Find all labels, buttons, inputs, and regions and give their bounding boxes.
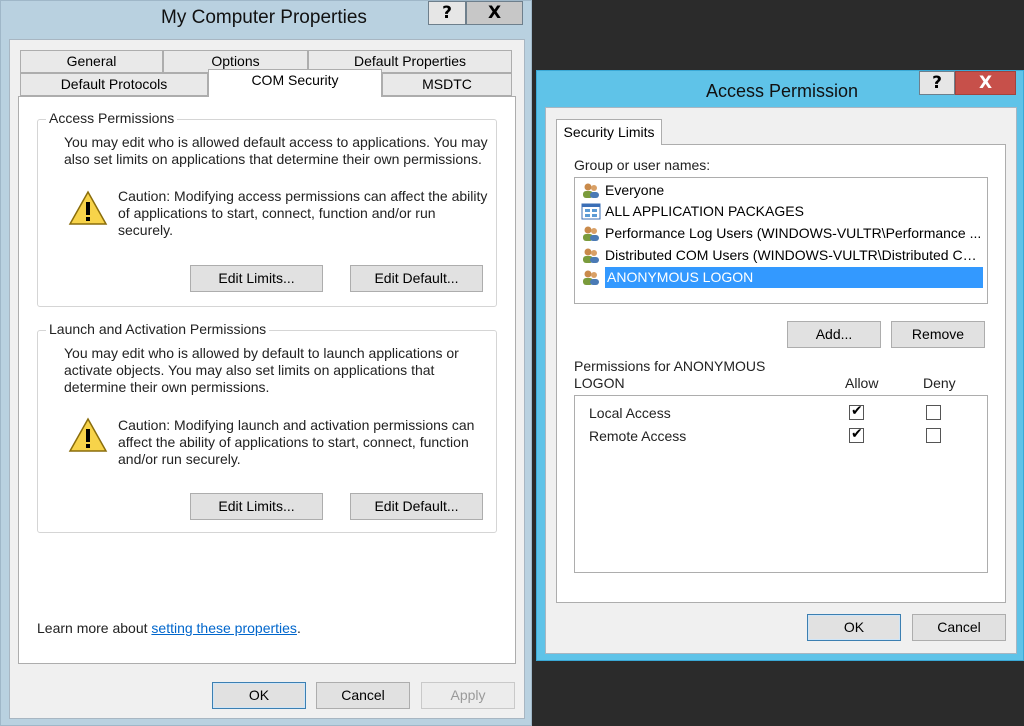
- tab-default-protocols[interactable]: Default Protocols: [20, 73, 208, 96]
- left-close-button[interactable]: X: [466, 1, 523, 25]
- list-item[interactable]: Everyone: [579, 180, 985, 201]
- tab-msdtc[interactable]: MSDTC: [382, 73, 512, 96]
- com-security-panel: Access Permissions You may edit who is a…: [18, 96, 516, 664]
- user-name: Distributed COM Users (WINDOWS-VULTR\Dis…: [605, 247, 983, 263]
- user-name: ANONYMOUS LOGON: [605, 267, 983, 288]
- right-window-title: Access Permission: [706, 81, 859, 101]
- permission-local-access-label: Local Access: [589, 405, 671, 421]
- right-help-button[interactable]: ?: [919, 71, 955, 95]
- left-apply-button[interactable]: Apply: [421, 682, 515, 709]
- list-item-selected[interactable]: ANONYMOUS LOGON: [579, 267, 985, 288]
- right-cancel-button[interactable]: Cancel: [912, 614, 1006, 641]
- add-button[interactable]: Add...: [787, 321, 881, 348]
- permissions-list: Local Access ✔ Remote Access ✔: [574, 395, 988, 573]
- group-user-list[interactable]: Everyone ALL APPLICATION PACKAGES Perfor…: [574, 177, 988, 304]
- group-user-names-label: Group or user names:: [574, 157, 711, 173]
- learn-more-text: Learn more about setting these propertie…: [37, 620, 497, 637]
- access-edit-default-button[interactable]: Edit Default...: [350, 265, 483, 292]
- app-packages-icon: [581, 203, 601, 220]
- check-icon: ✔: [851, 403, 863, 419]
- user-name: Everyone: [605, 182, 665, 198]
- users-group-icon: [583, 226, 599, 241]
- security-limits-panel: Group or user names: Everyone ALL APPLIC…: [556, 144, 1006, 603]
- right-ok-button[interactable]: OK: [807, 614, 901, 641]
- left-title-bar[interactable]: My Computer Properties ? X: [1, 1, 531, 39]
- remote-access-allow-checkbox[interactable]: ✔: [849, 426, 864, 443]
- remove-button[interactable]: Remove: [891, 321, 985, 348]
- allow-column-header: Allow: [845, 375, 879, 391]
- launch-activation-label: Launch and Activation Permissions: [46, 321, 270, 337]
- my-computer-properties-window: My Computer Properties ? X General Optio…: [0, 0, 532, 726]
- tab-general[interactable]: General: [20, 50, 163, 73]
- access-permissions-group: Access Permissions You may edit who is a…: [37, 110, 497, 307]
- user-name: ALL APPLICATION PACKAGES: [605, 203, 804, 219]
- launch-activation-description: You may edit who is allowed by default t…: [64, 345, 459, 395]
- access-caution-text: Caution: Modifying access permissions ca…: [118, 188, 488, 238]
- permission-remote-access-label: Remote Access: [589, 428, 687, 444]
- right-client-area: Security Limits Group or user names: Eve…: [545, 107, 1017, 654]
- left-client-area: General Options Default Properties Defau…: [9, 39, 525, 719]
- launch-caution-text: Caution: Modifying launch and activation…: [118, 417, 475, 467]
- left-help-button[interactable]: ?: [428, 1, 466, 25]
- right-title-bar[interactable]: Access Permission ? X: [537, 71, 1023, 109]
- access-edit-limits-button[interactable]: Edit Limits...: [190, 265, 323, 292]
- setting-properties-link[interactable]: setting these properties: [151, 620, 297, 636]
- tab-security-limits[interactable]: Security Limits: [556, 119, 662, 145]
- access-permissions-label: Access Permissions: [46, 110, 178, 126]
- user-name: Performance Log Users (WINDOWS-VULTR\Per…: [605, 225, 982, 241]
- permissions-for-label-line2: LOGON: [574, 375, 625, 391]
- learn-more-suffix: .: [296, 620, 301, 636]
- learn-more-prefix: Learn more about: [37, 620, 152, 636]
- warning-icon: [68, 190, 108, 225]
- users-group-icon: [583, 183, 599, 198]
- list-item[interactable]: ALL APPLICATION PACKAGES: [579, 201, 985, 222]
- local-access-deny-checkbox[interactable]: [926, 405, 941, 420]
- launch-activation-group: Launch and Activation Permissions You ma…: [37, 321, 497, 533]
- local-access-allow-checkbox[interactable]: ✔: [849, 403, 864, 420]
- left-window-title: My Computer Properties: [161, 7, 367, 28]
- access-permission-window: Access Permission ? X Security Limits Gr…: [536, 70, 1024, 661]
- launch-edit-limits-button[interactable]: Edit Limits...: [190, 493, 323, 520]
- users-group-icon: [583, 248, 599, 263]
- tab-com-security[interactable]: COM Security: [208, 69, 382, 97]
- access-permissions-description: You may edit who is allowed default acce…: [64, 134, 488, 167]
- right-close-button[interactable]: X: [955, 71, 1016, 95]
- left-ok-button[interactable]: OK: [212, 682, 306, 709]
- left-cancel-button[interactable]: Cancel: [316, 682, 410, 709]
- deny-column-header: Deny: [923, 375, 956, 391]
- warning-icon: [68, 417, 108, 452]
- remote-access-deny-checkbox[interactable]: [926, 428, 941, 443]
- launch-edit-default-button[interactable]: Edit Default...: [350, 493, 483, 520]
- users-group-icon: [583, 270, 599, 285]
- list-item[interactable]: Distributed COM Users (WINDOWS-VULTR\Dis…: [579, 245, 985, 266]
- permissions-for-label-line1: Permissions for ANONYMOUS: [574, 358, 766, 374]
- check-icon: ✔: [851, 426, 863, 442]
- list-item[interactable]: Performance Log Users (WINDOWS-VULTR\Per…: [579, 223, 985, 244]
